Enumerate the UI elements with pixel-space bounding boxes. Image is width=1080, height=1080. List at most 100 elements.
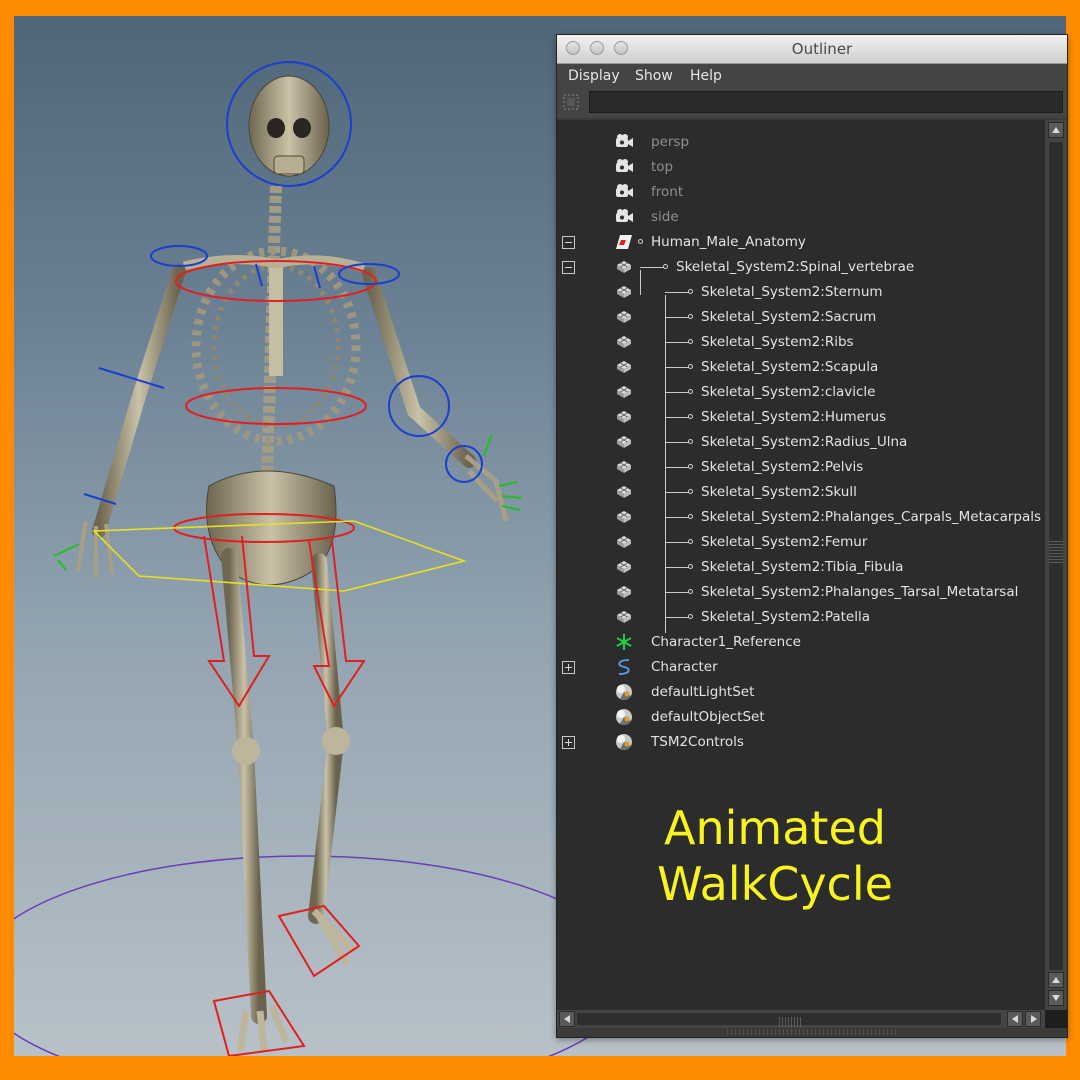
outliner-row[interactable]: front	[557, 180, 1045, 205]
outliner-row[interactable]: defaultLightSet	[557, 680, 1045, 705]
collapse-toggle[interactable]	[562, 261, 575, 274]
outliner-row[interactable]: Skeletal_System2:Femur	[557, 530, 1045, 555]
mesh-icon	[614, 607, 634, 627]
outliner-row[interactable]: defaultObjectSet	[557, 705, 1045, 730]
tree-connector	[665, 542, 689, 543]
tree-node-marker	[638, 239, 643, 244]
tree-connector	[665, 492, 689, 493]
set-icon	[614, 682, 634, 702]
scroll-right-button[interactable]	[1025, 1011, 1041, 1027]
collapse-toggle[interactable]	[562, 236, 575, 249]
filter-bar	[557, 88, 1067, 118]
outliner-row-label: Skeletal_System2:Skull	[701, 484, 857, 500]
outliner-row-label: Skeletal_System2:Scapula	[701, 359, 879, 375]
expand-toggle[interactable]	[562, 736, 575, 749]
caption-text: Animated WalkCycle	[610, 800, 940, 912]
camera-icon	[614, 207, 634, 227]
outliner-row[interactable]: Skeletal_System2:Phalanges_Carpals_Metac…	[557, 505, 1045, 530]
window-title: Outliner	[791, 40, 853, 58]
outliner-row-label: Human_Male_Anatomy	[651, 234, 806, 250]
outliner-row-label: Skeletal_System2:clavicle	[701, 384, 876, 400]
left-leg	[221, 548, 267, 1024]
tree-node-marker	[688, 339, 693, 344]
mesh-icon	[614, 557, 634, 577]
tree-connector	[665, 592, 689, 593]
outliner-row-label: Skeletal_System2:Sacrum	[701, 309, 877, 325]
tree-connector	[665, 292, 689, 293]
tree-connector	[665, 617, 689, 618]
outliner-row-label: side	[651, 209, 679, 225]
menu-show[interactable]: Show	[635, 68, 673, 84]
scroll-left-button[interactable]	[559, 1011, 575, 1027]
camera-icon	[614, 132, 634, 152]
group-transform-icon	[614, 232, 634, 252]
camera-icon	[614, 182, 634, 202]
tree-connector	[665, 392, 689, 393]
set-icon	[614, 707, 634, 727]
horizontal-scrollbar[interactable]	[557, 1010, 1045, 1028]
horizontal-scroll-thumb[interactable]	[577, 1013, 1001, 1027]
outliner-row[interactable]: top	[557, 155, 1045, 180]
tree-node-marker	[688, 414, 693, 419]
outliner-row-label: Skeletal_System2:Pelvis	[701, 459, 864, 475]
mesh-icon	[614, 482, 634, 502]
scroll-left-button-right[interactable]	[1007, 1011, 1023, 1027]
tree-node-marker	[688, 289, 693, 294]
scrollbar-corner	[1045, 1010, 1067, 1028]
camera-icon	[614, 157, 634, 177]
vertical-scrollbar[interactable]	[1045, 120, 1067, 1010]
outliner-row[interactable]: Skeletal_System2:clavicle	[557, 380, 1045, 405]
set-icon	[614, 732, 634, 752]
outliner-row[interactable]: Human_Male_Anatomy	[557, 230, 1045, 255]
left-arm	[92, 264, 186, 538]
outliner-row[interactable]: Character1_Reference	[557, 630, 1045, 655]
caption-line-2: WalkCycle	[657, 857, 893, 911]
tree-node-marker	[688, 614, 693, 619]
outliner-row[interactable]: Skeletal_System2:Sternum	[557, 280, 1045, 305]
outliner-row-label: defaultLightSet	[651, 684, 755, 700]
outliner-row-label: top	[651, 159, 674, 175]
outliner-row[interactable]: Skeletal_System2:Phalanges_Tarsal_Metata…	[557, 580, 1045, 605]
outliner-row-label: Skeletal_System2:Ribs	[701, 334, 854, 350]
mesh-icon	[614, 407, 634, 427]
outliner-row[interactable]: Skeletal_System2:Sacrum	[557, 305, 1045, 330]
outliner-row[interactable]: side	[557, 205, 1045, 230]
outliner-row[interactable]: Skeletal_System2:Skull	[557, 480, 1045, 505]
filter-selection-icon[interactable]	[563, 94, 579, 110]
joint-icon	[614, 632, 634, 652]
mesh-icon	[614, 582, 634, 602]
resize-grip[interactable]	[727, 1029, 897, 1035]
tree-connector	[665, 367, 689, 368]
menu-bar: Display Show Help	[557, 64, 1067, 88]
outliner-row[interactable]: persp	[557, 130, 1045, 155]
menu-display[interactable]: Display	[568, 68, 620, 84]
tree-connector	[665, 567, 689, 568]
tree-connector	[665, 467, 689, 468]
tree-node-marker	[688, 489, 693, 494]
outliner-row-label: Skeletal_System2:Phalanges_Tarsal_Metata…	[701, 584, 1019, 600]
outliner-row[interactable]: Character	[557, 655, 1045, 680]
outliner-row[interactable]: Skeletal_System2:Humerus	[557, 405, 1045, 430]
filter-input[interactable]	[589, 91, 1063, 113]
outliner-row[interactable]: Skeletal_System2:Radius_Ulna	[557, 430, 1045, 455]
mesh-icon	[614, 432, 634, 452]
outliner-row[interactable]: Skeletal_System2:Ribs	[557, 330, 1045, 355]
outliner-row[interactable]: Skeletal_System2:Patella	[557, 605, 1045, 630]
expand-toggle[interactable]	[562, 661, 575, 674]
scroll-down-button[interactable]	[1048, 990, 1064, 1006]
outliner-row-label: Skeletal_System2:Phalanges_Carpals_Metac…	[701, 509, 1042, 525]
outliner-row[interactable]: TSM2Controls	[557, 730, 1045, 755]
outliner-row-label: Skeletal_System2:Spinal_vertebrae	[676, 259, 915, 275]
scroll-up-button-lower[interactable]	[1048, 972, 1064, 988]
menu-help[interactable]: Help	[690, 68, 722, 84]
horizontal-scroll-grip	[779, 1017, 801, 1027]
outliner-row-label: Skeletal_System2:Femur	[701, 534, 868, 550]
title-bar[interactable]: Outliner	[557, 35, 1067, 64]
outliner-row[interactable]: Skeletal_System2:Pelvis	[557, 455, 1045, 480]
outliner-row[interactable]: Skeletal_System2:Scapula	[557, 355, 1045, 380]
scroll-up-button[interactable]	[1048, 122, 1064, 138]
mesh-icon	[614, 457, 634, 477]
tree-connector	[665, 517, 689, 518]
outliner-row[interactable]: Skeletal_System2:Tibia_Fibula	[557, 555, 1045, 580]
outliner-row[interactable]: Skeletal_System2:Spinal_vertebrae	[557, 255, 1045, 280]
